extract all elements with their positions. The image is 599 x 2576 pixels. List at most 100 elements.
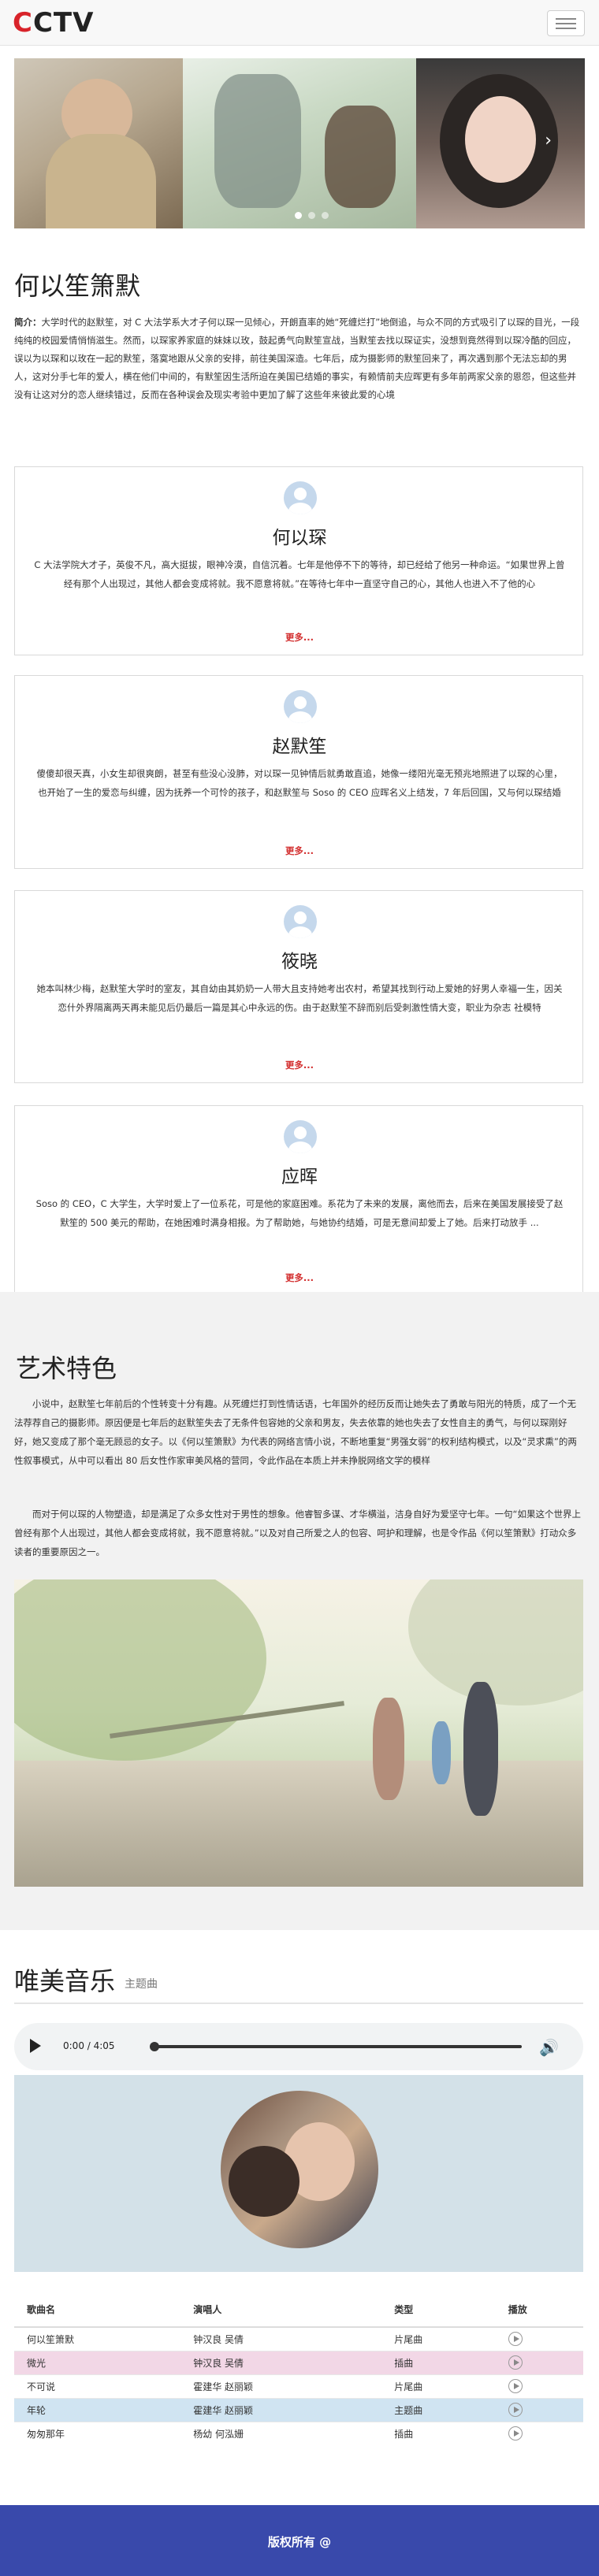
- play-cell: [495, 2421, 583, 2445]
- character-card: 何以琛 C 大法学院大才子，英俊不凡，高大挺拔，眼神冷漠，自信沉着。七年是他停不…: [14, 466, 583, 655]
- carousel-dot[interactable]: [295, 212, 302, 219]
- actress-face: [465, 96, 536, 183]
- play-circle-icon[interactable]: [508, 2426, 523, 2441]
- intro-text: 大学时代的赵默笙，对 C 大法学系大才子何以琛一见倾心，开朗直率的她“死缠烂打”…: [14, 317, 580, 400]
- figure-woman: [373, 1698, 404, 1800]
- page-title: 何以笙箫默: [14, 271, 141, 301]
- song-name: 年轮: [14, 2397, 181, 2422]
- figure-child: [432, 1721, 451, 1784]
- table-row[interactable]: 不可说 霍建华 赵丽颖 片尾曲: [14, 2374, 583, 2398]
- song-singer: 杨幼 何泓姗: [180, 2421, 382, 2445]
- play-icon[interactable]: [30, 2039, 41, 2053]
- art-paragraph: 小说中，赵默笙七年前后的个性转变十分有趣。从死缠烂打到性情话语，七年国外的经历反…: [14, 1398, 577, 1466]
- user-avatar-icon: [284, 690, 317, 723]
- song-name: 匆匆那年: [14, 2421, 181, 2445]
- more-link[interactable]: 更多...: [15, 1271, 584, 1284]
- table-row[interactable]: 年轮 霍建华 赵丽颖 主题曲: [14, 2397, 583, 2422]
- user-avatar-icon: [284, 481, 317, 514]
- logo-letter: C: [32, 7, 54, 39]
- carousel-indicators: [295, 212, 329, 219]
- figure-man: [463, 1682, 498, 1816]
- song-type: 插曲: [381, 2421, 496, 2445]
- carousel-next-arrow-icon[interactable]: ›: [545, 131, 552, 150]
- table-row[interactable]: 匆匆那年 杨幼 何泓姗 插曲: [14, 2421, 583, 2445]
- intro-label: 简介：: [14, 317, 42, 328]
- song-singer: 钟汉良 吴倩: [180, 2350, 382, 2374]
- page-footer: 版权所有 @: [0, 2505, 599, 2576]
- song-name: 不可说: [14, 2374, 181, 2398]
- carousel-dot[interactable]: [308, 212, 315, 219]
- top-navbar: CCTV: [0, 0, 599, 46]
- carousel-slide-actress: [416, 58, 585, 228]
- song-name: 微光: [14, 2350, 181, 2374]
- table-row[interactable]: 何以笙箫默 钟汉良 吴倩 片尾曲: [14, 2326, 583, 2351]
- cctv-logo[interactable]: CCTV: [13, 7, 95, 39]
- play-circle-icon[interactable]: [508, 2403, 523, 2417]
- column-header: 播放: [495, 2292, 583, 2328]
- character-card: 应晖 Soso 的 CEO，C 大学生，大学时爱上了一位系花，可是他的家庭困难。…: [14, 1105, 583, 1297]
- logo-letter: V: [73, 7, 95, 39]
- scene-figure: [214, 74, 301, 208]
- actor-coat: [46, 134, 156, 228]
- column-header: 演唱人: [180, 2292, 382, 2328]
- character-card: 筱晓 她本叫林少梅，赵默笙大学时的室友，其自幼由其奶奶一人带大且支持她考出农村，…: [14, 890, 583, 1083]
- cover-figure: [229, 2146, 300, 2217]
- volume-icon[interactable]: 🔊: [539, 2038, 559, 2057]
- character-name: 何以琛: [272, 528, 327, 548]
- character-description: Soso 的 CEO，C 大学生，大学时爱上了一位系花，可是他的家庭困难。系花为…: [35, 1198, 564, 1228]
- audio-progress-knob[interactable]: [150, 2042, 159, 2051]
- user-avatar-icon: [284, 905, 317, 938]
- song-singer: 钟汉良 吴倩: [180, 2326, 382, 2351]
- song-type: 插曲: [381, 2350, 496, 2374]
- copyright-text: 版权所有 @: [267, 2535, 332, 2549]
- play-cell: [495, 2397, 583, 2422]
- divider: [14, 2003, 583, 2004]
- character-name: 应晖: [281, 1167, 318, 1187]
- menu-icon-bar: [556, 27, 576, 29]
- more-link[interactable]: 更多...: [15, 844, 584, 857]
- character-description: 傻傻却很天真，小女生却很爽朗，甚至有些没心没肺，对以琛一见钟情后就勇敢直追，她像…: [36, 768, 563, 798]
- song-name: 何以笙箫默: [14, 2326, 181, 2351]
- play-cell: [495, 2326, 583, 2351]
- more-link[interactable]: 更多...: [15, 1059, 584, 1071]
- song-singer: 霍建华 赵丽颖: [180, 2374, 382, 2398]
- audio-progress-track[interactable]: [154, 2045, 522, 2048]
- carousel-slide-scene: [183, 58, 416, 228]
- play-circle-icon[interactable]: [508, 2332, 523, 2347]
- menu-icon-bar: [556, 17, 576, 20]
- album-cover-image: [221, 2091, 378, 2248]
- section-title: 艺术特色: [16, 1353, 117, 1383]
- character-description: 她本叫林少梅，赵默笙大学时的室友，其自幼由其奶奶一人带大且支持她考出农村，希望其…: [36, 983, 563, 1013]
- scene-figure: [325, 106, 396, 208]
- column-header: 歌曲名: [14, 2292, 181, 2328]
- logo-letter: C: [13, 7, 33, 39]
- album-cover-panel: [14, 2075, 583, 2272]
- more-link[interactable]: 更多...: [15, 631, 584, 644]
- section-subtitle: 主题曲: [125, 1978, 158, 1991]
- play-cell: [495, 2374, 583, 2398]
- carousel-slide-actor: [14, 58, 183, 228]
- art-section: 艺术特色 小说中，赵默笙七年前后的个性转变十分有趣。从死缠烂打到性情话语，七年国…: [0, 1292, 599, 1930]
- table-header-row: 歌曲名 演唱人 类型 播放: [14, 2292, 583, 2328]
- logo-letter: T: [53, 7, 73, 39]
- character-card: 赵默笙 傻傻却很天真，小女生却很爽朗，甚至有些没心没肺，对以琛一见钟情后就勇敢直…: [14, 675, 583, 869]
- hamburger-menu-button[interactable]: [547, 10, 585, 36]
- table-row[interactable]: 微光 钟汉良 吴倩 插曲: [14, 2350, 583, 2374]
- song-table: 歌曲名 演唱人 类型 播放 何以笙箫默 钟汉良 吴倩 片尾曲 微光 钟汉良 吴倩…: [14, 2292, 583, 2445]
- audio-time: 0:00 / 4:05: [63, 2040, 115, 2051]
- character-name: 筱晓: [281, 952, 318, 972]
- song-type: 片尾曲: [381, 2326, 496, 2351]
- hero-carousel[interactable]: ›: [14, 58, 585, 228]
- carousel-dot[interactable]: [322, 212, 329, 219]
- art-paragraph: 而对于何以琛的人物塑造，却是满足了众多女性对于男性的想象。他睿智多谋、才华横溢，…: [14, 1509, 581, 1557]
- character-description: C 大法学院大才子，英俊不凡，高大挺拔，眼神冷漠，自信沉着。七年是他停不下的等待…: [34, 559, 565, 589]
- column-header: 类型: [381, 2292, 496, 2328]
- user-avatar-icon: [284, 1120, 317, 1153]
- pathway: [14, 1761, 583, 1887]
- menu-icon-bar: [556, 22, 576, 24]
- play-cell: [495, 2350, 583, 2374]
- play-circle-icon[interactable]: [508, 2355, 523, 2370]
- play-circle-icon[interactable]: [508, 2379, 523, 2393]
- audio-player: 0:00 / 4:05 🔊: [14, 2023, 583, 2070]
- intro-paragraph: 简介：大学时代的赵默笙，对 C 大法学系大才子何以琛一见倾心，开朗直率的她“死缠…: [14, 314, 585, 404]
